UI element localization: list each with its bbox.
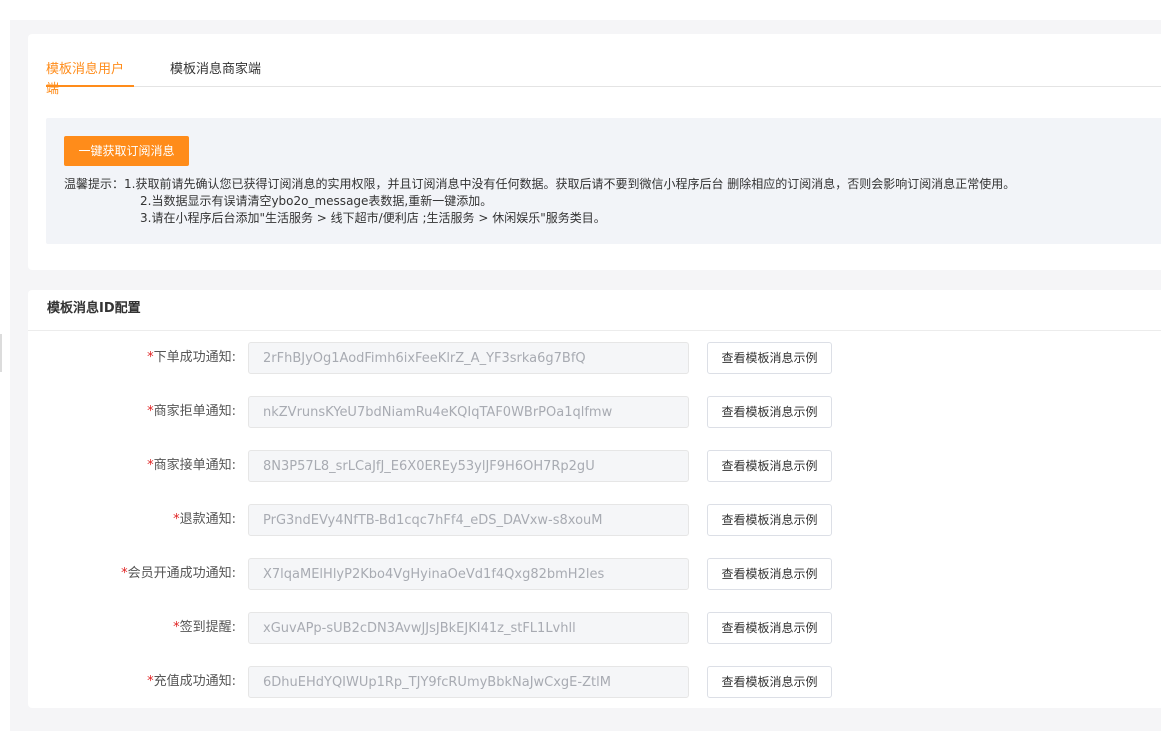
- tab-user-side[interactable]: 模板消息用户端: [46, 60, 134, 97]
- template-id-input[interactable]: [248, 342, 689, 374]
- template-id-input[interactable]: [248, 396, 689, 428]
- sidebar-divider: [0, 334, 2, 372]
- left-sidebar-strip: [0, 20, 10, 731]
- row-label-text: 退款通知:: [179, 512, 236, 527]
- fetch-subscription-button[interactable]: 一键获取订阅消息: [64, 136, 189, 166]
- template-id-input[interactable]: [248, 558, 689, 590]
- row-label: *签到提醒:: [173, 612, 236, 644]
- view-example-button[interactable]: 查看模板消息示例: [707, 450, 832, 482]
- config-row-recharge-success: *充值成功通知: 查看模板消息示例: [28, 666, 1161, 698]
- view-example-button[interactable]: 查看模板消息示例: [707, 504, 832, 536]
- tip-line-3: 3.请在小程序后台添加"生活服务 > 线下超市/便利店 ;生活服务 > 休闲娱乐…: [140, 211, 606, 225]
- row-label: *会员开通成功通知:: [121, 558, 236, 590]
- tip-line-1: 1.获取前请先确认您已获得订阅消息的实用权限，并且订阅消息中没有任何数据。获取后…: [124, 177, 1016, 191]
- view-example-button[interactable]: 查看模板消息示例: [707, 558, 832, 590]
- row-label-text: 商家拒单通知:: [153, 404, 236, 419]
- tip-label: 温馨提示：: [64, 177, 125, 191]
- template-id-input[interactable]: [248, 504, 689, 536]
- row-label: *商家拒单通知:: [147, 396, 236, 428]
- template-id-input[interactable]: [248, 666, 689, 698]
- row-label-text: 签到提醒:: [179, 620, 236, 635]
- view-example-button[interactable]: 查看模板消息示例: [707, 342, 832, 374]
- config-row-merchant-reject: *商家拒单通知: 查看模板消息示例: [28, 396, 1161, 428]
- row-label-text: 会员开通成功通知:: [127, 566, 236, 581]
- row-label: *退款通知:: [173, 504, 236, 536]
- template-id-input[interactable]: [248, 450, 689, 482]
- config-row-member-activation: *会员开通成功通知: 查看模板消息示例: [28, 558, 1161, 590]
- config-row-merchant-accept: *商家接单通知: 查看模板消息示例: [28, 450, 1161, 482]
- top-bar: [0, 0, 1161, 20]
- row-label: *下单成功通知:: [147, 342, 236, 374]
- row-label-text: 充值成功通知:: [153, 674, 236, 689]
- template-id-input[interactable]: [248, 612, 689, 644]
- config-row-refund: *退款通知: 查看模板消息示例: [28, 504, 1161, 536]
- view-example-button[interactable]: 查看模板消息示例: [707, 666, 832, 698]
- row-label-text: 下单成功通知:: [153, 350, 236, 365]
- notice-panel: 一键获取订阅消息 温馨提示： 1.获取前请先确认您已获得订阅消息的实用权限，并且…: [46, 118, 1161, 244]
- tip-line-2: 2.当数据显示有误请清空ybo2o_message表数据,重新一键添加。: [140, 194, 493, 208]
- config-row-order-success: *下单成功通知: 查看模板消息示例: [28, 342, 1161, 374]
- config-row-checkin-reminder: *签到提醒: 查看模板消息示例: [28, 612, 1161, 644]
- row-label: *充值成功通知:: [147, 666, 236, 698]
- row-label: *商家接单通知:: [147, 450, 236, 482]
- template-id-config-card: 模板消息ID配置 *下单成功通知: 查看模板消息示例 *商家拒单通知: 查看模板…: [28, 290, 1161, 708]
- tab-merchant-side[interactable]: 模板消息商家端: [170, 60, 261, 87]
- row-label-text: 商家接单通知:: [153, 458, 236, 473]
- view-example-button[interactable]: 查看模板消息示例: [707, 396, 832, 428]
- subscription-card: 模板消息用户端 模板消息商家端 一键获取订阅消息 温馨提示： 1.获取前请先确认…: [28, 34, 1161, 270]
- tab-bar: 模板消息用户端 模板消息商家端: [46, 60, 1161, 97]
- view-example-button[interactable]: 查看模板消息示例: [707, 612, 832, 644]
- config-title: 模板消息ID配置: [28, 290, 1161, 331]
